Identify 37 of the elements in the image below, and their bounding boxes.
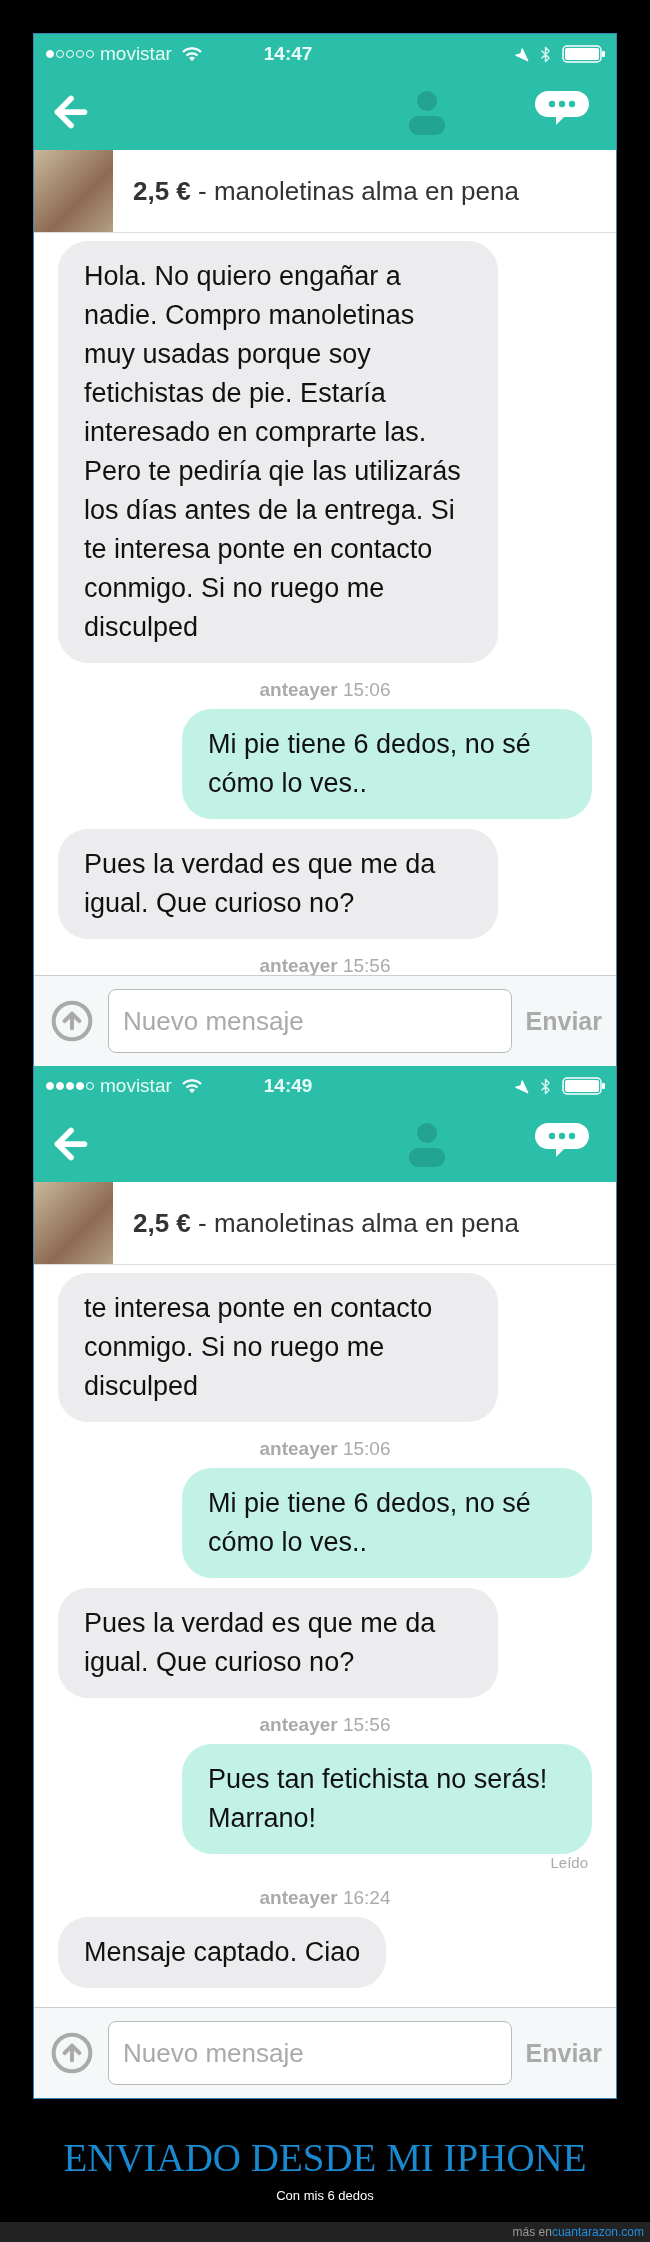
footer-text: más en bbox=[512, 2225, 552, 2239]
attach-button[interactable] bbox=[50, 2031, 94, 2075]
caption-subtitle: Con mis 6 dedos bbox=[276, 2188, 374, 2203]
caption-title: ENVIADO DESDE MI IPHONE bbox=[63, 2135, 587, 2180]
send-button[interactable]: Enviar bbox=[525, 1006, 602, 1036]
wifi-icon bbox=[181, 1078, 202, 1094]
listing-title: 2,5 € - manoletinas alma en pena bbox=[133, 1207, 519, 1239]
message-bubble: Mi pie tiene 6 dedos, no sé cómo lo ves.. bbox=[182, 709, 592, 819]
message-bubble: Pues la verdad es que me da igual. Que curioso no? bbox=[58, 1588, 498, 1698]
status-time: 14:49 bbox=[263, 1075, 313, 1097]
wifi-icon bbox=[181, 46, 202, 62]
message-timestamp: anteayer 16:24 bbox=[259, 1887, 391, 1909]
message-timestamp: anteayer 15:06 bbox=[259, 679, 391, 701]
listing-title: 2,5 € - manoletinas alma en pena bbox=[133, 175, 519, 207]
message-bubble: Mensaje captado. Ciao bbox=[58, 1917, 387, 1988]
message-bubble: Pues tan fetichista no serás! Marrano! bbox=[182, 1744, 592, 1854]
battery-icon bbox=[562, 45, 606, 63]
location-icon bbox=[514, 46, 529, 62]
message-timestamp: anteayer 15:56 bbox=[259, 1714, 391, 1736]
battery-icon bbox=[562, 1077, 606, 1095]
location-icon bbox=[514, 1078, 529, 1094]
message-bubble: Mi pie tiene 6 dedos, no sé cómo lo ves.. bbox=[182, 1468, 592, 1578]
send-button[interactable]: Enviar bbox=[525, 2038, 602, 2068]
message-bubble: Hola. No quiero engañar a nadie. Compro manoletinas muy usadas porque soy fetichistas de pie. Estaría interesado en comprarte las. Pero te pediría qie las utilizarás los días antes de la entrega. Si te interesa ponte en contacto conmigo. Si no ruego me disculped bbox=[58, 241, 498, 663]
status-time: 14:47 bbox=[263, 43, 313, 65]
carrier-name: movistar bbox=[100, 43, 172, 65]
message-input[interactable]: Nuevo mensaje bbox=[108, 989, 512, 1053]
carrier-name: movistar bbox=[100, 1075, 172, 1097]
attach-button[interactable] bbox=[50, 999, 94, 1043]
read-receipt: Leído bbox=[550, 1854, 588, 1871]
message-bubble: te interesa ponte en contacto conmigo. Si no ruego me disculped bbox=[58, 1273, 498, 1422]
message-input[interactable]: Nuevo mensaje bbox=[108, 2021, 512, 2085]
message-bubble: Pues la verdad es que me da igual. Que curioso no? bbox=[58, 829, 498, 939]
person-icon[interactable] bbox=[408, 89, 446, 135]
message-timestamp: anteayer 15:06 bbox=[259, 1438, 391, 1460]
site-link[interactable]: cuantarazon.com bbox=[551, 2225, 644, 2239]
person-icon[interactable] bbox=[408, 1121, 446, 1167]
